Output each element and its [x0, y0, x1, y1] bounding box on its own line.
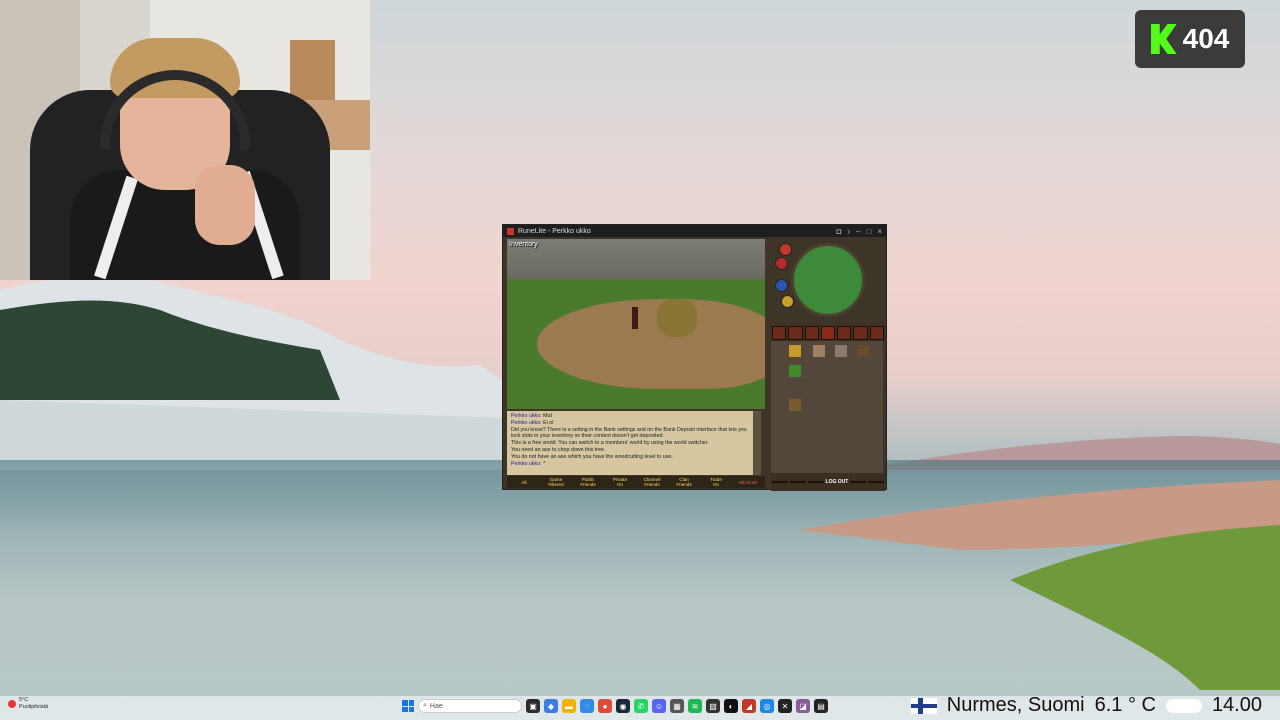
app-icon[interactable]: ◐ — [724, 699, 738, 713]
tree-stump[interactable] — [657, 299, 697, 337]
inventory-item[interactable] — [789, 365, 801, 377]
chat-tab-public[interactable]: Public Friends — [573, 477, 603, 487]
file-explorer-icon[interactable]: ▬ — [562, 699, 576, 713]
report-timer-button[interactable]: 00:01:46 — [733, 480, 763, 485]
tab-music[interactable] — [807, 481, 824, 483]
runelite-window[interactable]: RuneLite - Perkko ukko ◘ › – □ × Invento… — [502, 224, 887, 491]
edge-icon[interactable]: ◌ — [580, 699, 594, 713]
window-title: RuneLite - Perkko ukko — [518, 227, 591, 235]
steam-icon[interactable]: ◉ — [616, 699, 630, 713]
tab-quests[interactable] — [804, 326, 819, 340]
tab-combat[interactable] — [772, 326, 787, 340]
sidebar-toggle-icon[interactable]: › — [847, 227, 850, 236]
taskbar-search[interactable]: ⌕ Hae — [418, 699, 522, 713]
search-icon: ⌕ — [423, 702, 427, 709]
location-label: Nurmes, Suomi — [946, 694, 1085, 716]
inventory-item[interactable] — [857, 345, 869, 357]
tab-friends[interactable] — [772, 481, 788, 483]
app-icon[interactable]: ▤ — [814, 699, 828, 713]
tab-account[interactable] — [868, 481, 884, 483]
weather-desc: Puolipilvistä — [19, 704, 49, 710]
temperature-label: 6.1 ° C — [1094, 694, 1156, 716]
mountain-scenery — [0, 275, 560, 470]
kick-logo-icon — [1150, 24, 1177, 54]
taskbar-apps: ⌕ Hae ▣ ◆ ▬ ◌ ● ◉ ✆ ☺ ▦ ≋ ▧ ◐ ◢ ◎ ✕ ◪ ▤ — [402, 699, 828, 713]
chat-tab-clan[interactable]: Clan Friends — [669, 477, 699, 487]
weather-icon — [8, 700, 16, 708]
special-attack-orb[interactable] — [781, 295, 794, 308]
chat-tab-game[interactable]: Game Filtered — [541, 477, 571, 487]
chrome-icon[interactable]: ● — [598, 699, 612, 713]
runelite-icon — [507, 227, 514, 235]
chat-scrollbar[interactable] — [753, 411, 761, 475]
inventory-item[interactable] — [835, 345, 847, 357]
windows-start-icon[interactable] — [402, 700, 414, 712]
clock-label: 14.00 — [1211, 694, 1262, 716]
chat-line: You need an axe to chop down this tree. — [511, 446, 606, 453]
search-placeholder: Hae — [429, 702, 443, 710]
tab-prayer[interactable] — [853, 326, 868, 340]
copilot-icon[interactable]: ◆ — [544, 699, 558, 713]
chat-input-line[interactable]: Perkko ukko: * — [511, 461, 757, 468]
weather-widget[interactable]: 5°C Puolipilvistä — [8, 697, 48, 711]
tab-emotes[interactable] — [789, 481, 806, 483]
spotify-icon[interactable]: ≋ — [688, 699, 702, 713]
inventory-panel — [771, 341, 883, 477]
tab-skills[interactable] — [788, 326, 803, 340]
chat-line: This is a free world. You can switch to … — [511, 440, 709, 447]
weather-temp: 5°C — [19, 697, 29, 703]
logout-button[interactable]: LOG OUT — [826, 479, 849, 485]
maximize-icon[interactable]: □ — [866, 227, 871, 236]
minimap[interactable] — [791, 243, 865, 317]
chatbox[interactable]: Perkko ukko: Mut Perkko ukko: Ei ol Did … — [507, 411, 761, 475]
inventory-item[interactable] — [813, 345, 825, 357]
tab-magic[interactable] — [869, 326, 884, 340]
window-titlebar[interactable]: RuneLite - Perkko ukko ◘ › – □ × — [503, 225, 886, 237]
chat-tab-all[interactable]: All — [509, 480, 539, 485]
whatsapp-icon[interactable]: ✆ — [634, 699, 648, 713]
run-orb[interactable] — [775, 279, 788, 292]
inventory-item-coins[interactable] — [789, 345, 801, 357]
inventory-label: Inventory — [509, 241, 538, 248]
game-viewport[interactable]: Inventory — [507, 239, 765, 409]
chat-line: Perkko ukko: Mut — [511, 413, 552, 419]
webcam-feed — [0, 0, 370, 280]
tab-inventory[interactable] — [820, 326, 836, 340]
app-icon[interactable]: ✕ — [778, 699, 792, 713]
windows-taskbar: 5°C Puolipilvistä ⌕ Hae ▣ ◆ ▬ ◌ ● ◉ ✆ ☺ … — [0, 694, 1280, 720]
viewer-count: 404 — [1182, 23, 1230, 54]
app-icon[interactable]: ▦ — [670, 699, 684, 713]
close-icon[interactable]: × — [877, 227, 882, 236]
top-tab-bar — [771, 325, 885, 341]
chat-tab-bar: All Game Filtered Public Friends Private On… — [507, 476, 765, 488]
chat-tab-trade[interactable]: Trade On — [701, 477, 731, 487]
minimize-icon[interactable]: – — [856, 227, 860, 236]
hitpoints-orb[interactable] — [779, 243, 792, 256]
bottom-tab-bar: LOG OUT — [771, 473, 885, 491]
chat-line: Perkko ukko: Ei ol — [511, 419, 554, 426]
grassland-scenery — [800, 480, 1280, 690]
task-view-icon[interactable]: ▣ — [526, 699, 540, 713]
player-character[interactable] — [632, 307, 638, 329]
finland-flag-icon — [910, 697, 937, 714]
status-overlay: Nurmes, Suomi 6.1 ° C 14.00 — [910, 694, 1262, 717]
app-icon[interactable]: ◪ — [796, 699, 810, 713]
app-icon[interactable]: ▧ — [706, 699, 720, 713]
runelite-taskbar-icon[interactable]: ◢ — [742, 699, 756, 713]
chat-line: Did you know? There is a setting in the … — [511, 426, 747, 440]
cloud-icon — [1165, 698, 1202, 713]
chat-tab-private[interactable]: Private On — [605, 477, 635, 487]
tab-equipment[interactable] — [837, 326, 852, 340]
viewer-count-badge: 404 — [1135, 10, 1245, 68]
inventory-item[interactable] — [789, 399, 801, 411]
camera-icon[interactable]: ◘ — [837, 227, 842, 236]
prayer-orb[interactable] — [775, 257, 788, 270]
chat-line: You do not have an axe which you have th… — [511, 453, 673, 460]
tab-settings[interactable] — [850, 481, 867, 483]
discord-icon[interactable]: ☺ — [652, 699, 666, 713]
chat-tab-channel[interactable]: Channel Friends — [637, 477, 667, 487]
app-icon[interactable]: ◎ — [760, 699, 774, 713]
